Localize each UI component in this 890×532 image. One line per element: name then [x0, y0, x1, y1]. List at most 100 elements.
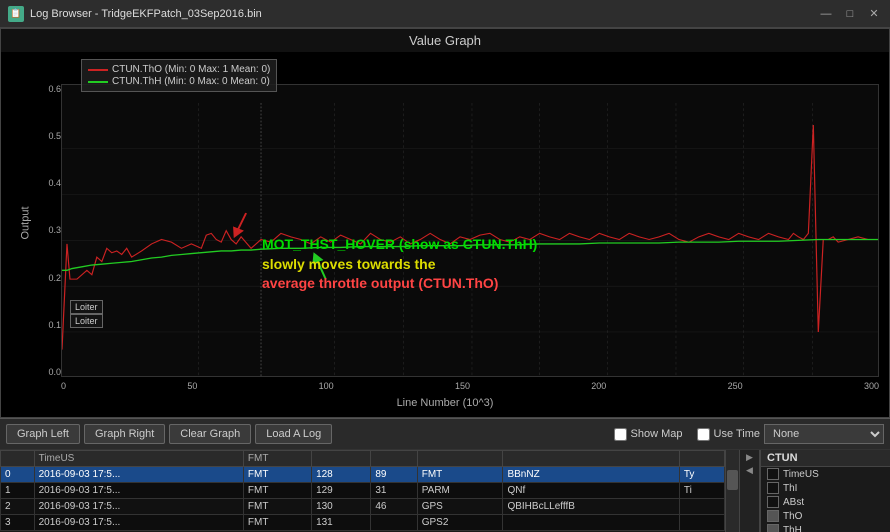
col-header-c4 — [503, 451, 679, 467]
table-cell: BBnNZ — [503, 467, 679, 483]
x-tick: 150 — [455, 381, 470, 391]
y-tick: 0.5 — [48, 131, 61, 141]
table-cell: QBIHBcLLefffB — [503, 499, 679, 515]
tree-item-label: TimeUS — [783, 469, 819, 480]
table-cell: FMT — [243, 515, 311, 531]
table-cell — [679, 515, 724, 531]
loiter-label-1: Loiter — [70, 300, 103, 314]
table-cell: 129 — [312, 483, 371, 499]
side-icon-2[interactable]: ◀ — [746, 465, 753, 476]
right-panel-header: CTUN — [761, 450, 890, 467]
table-cell: 2016-09-03 17:5... — [34, 467, 243, 483]
use-time-checkbox[interactable] — [697, 428, 710, 441]
legend-line-thh — [88, 81, 108, 83]
table-row[interactable]: 12016-09-03 17:5...FMT12931PARMQNfTi — [1, 483, 725, 499]
col-header-c1 — [312, 451, 371, 467]
x-tick: 250 — [728, 381, 743, 391]
table-cell: GPS2 — [417, 515, 503, 531]
table-cell: 89 — [371, 467, 417, 483]
graph-right-button[interactable]: Graph Right — [84, 424, 165, 444]
close-button[interactable]: ✕ — [866, 6, 882, 22]
use-time-group: Use Time — [697, 428, 760, 441]
col-header-type: FMT — [243, 451, 311, 467]
x-tick: 300 — [864, 381, 879, 391]
legend-label-tho: CTUN.ThO (Min: 0 Max: 1 Mean: 0) — [112, 64, 270, 75]
tree-item-label: ThO — [783, 511, 802, 522]
data-table-wrap: TimeUS FMT 02016-09-03 17:5...FMT12889FM… — [0, 450, 726, 532]
table-cell: QNf — [503, 483, 679, 499]
table-cell — [503, 515, 679, 531]
table-header: TimeUS FMT — [1, 451, 725, 467]
col-header-num — [1, 451, 35, 467]
tree-item-label: ABst — [783, 497, 804, 508]
table-scrollbar[interactable] — [726, 450, 740, 532]
table-cell: 2 — [1, 499, 35, 515]
col-header-time: TimeUS — [34, 451, 243, 467]
col-header-c5 — [679, 451, 724, 467]
tree-checkbox[interactable] — [767, 482, 779, 494]
maximize-button[interactable]: □ — [842, 6, 858, 22]
tree-item[interactable]: ThH — [761, 523, 890, 532]
x-tick: 0 — [61, 381, 66, 391]
app-icon: 📋 — [8, 6, 24, 22]
loiter-label-2: Loiter — [70, 314, 103, 328]
window-title: Log Browser - TridgeEKFPatch_03Sep2016.b… — [30, 8, 818, 20]
x-axis-ticks: 050100150200250300 — [61, 377, 879, 395]
use-time-label[interactable]: Use Time — [714, 428, 760, 440]
table-cell — [679, 499, 724, 515]
table-cell: 130 — [312, 499, 371, 515]
tree-item[interactable]: TimeUS — [761, 467, 890, 481]
table-row[interactable]: 22016-09-03 17:5...FMT13046GPSQBIHBcLLef… — [1, 499, 725, 515]
right-panel: CTUN TimeUSThIABstThOThHDAlt — [760, 450, 890, 532]
tree-item-label: ThH — [783, 525, 802, 532]
x-tick: 200 — [591, 381, 606, 391]
table-cell: FMT — [243, 483, 311, 499]
tree-checkbox[interactable] — [767, 524, 779, 532]
table-cell: FMT — [243, 467, 311, 483]
col-header-c2 — [371, 451, 417, 467]
tree-checkbox[interactable] — [767, 468, 779, 480]
legend-item-thh: CTUN.ThH (Min: 0 Max: 0 Mean: 0) — [88, 76, 270, 87]
toolbar: Graph Left Graph Right Clear Graph Load … — [0, 418, 890, 450]
data-section: TimeUS FMT 02016-09-03 17:5...FMT12889FM… — [0, 450, 890, 532]
scrollbar-thumb[interactable] — [727, 470, 738, 490]
legend-line-tho — [88, 69, 108, 71]
graph-left-button[interactable]: Graph Left — [6, 424, 80, 444]
tree-checkbox[interactable] — [767, 510, 779, 522]
title-bar: 📋 Log Browser - TridgeEKFPatch_03Sep2016… — [0, 0, 890, 28]
x-tick: 50 — [187, 381, 197, 391]
table-cell: 128 — [312, 467, 371, 483]
table-row[interactable]: 02016-09-03 17:5...FMT12889FMTBBnNZTy — [1, 467, 725, 483]
tree-checkbox[interactable] — [767, 496, 779, 508]
window-controls: — □ ✕ — [818, 6, 882, 22]
clear-graph-button[interactable]: Clear Graph — [169, 424, 251, 444]
side-icon-1[interactable]: ▶ — [746, 452, 753, 463]
graph-svg — [62, 103, 878, 376]
none-dropdown[interactable]: None GPS IMU — [764, 424, 884, 444]
table-row[interactable]: 32016-09-03 17:5...FMT131GPS2 — [1, 515, 725, 531]
graph-legend: CTUN.ThO (Min: 0 Max: 1 Mean: 0) CTUN.Th… — [81, 59, 277, 92]
side-icons: ▶ ◀ — [740, 450, 760, 532]
load-a-log-button[interactable]: Load A Log — [255, 424, 332, 444]
table-cell: FMT — [243, 499, 311, 515]
graph-area[interactable]: Loiter Loiter MOT_THST_HOVER (show as CT… — [61, 84, 879, 377]
y-axis-ticks: 0.60.50.40.30.20.10.0 — [41, 84, 61, 377]
table-cell: 2016-09-03 17:5... — [34, 483, 243, 499]
table-cell: FMT — [417, 467, 503, 483]
tree-item-label: ThI — [783, 483, 797, 494]
graph-title: Value Graph — [1, 29, 889, 52]
tree-item[interactable]: ThO — [761, 509, 890, 523]
table-cell: PARM — [417, 483, 503, 499]
show-map-label[interactable]: Show Map — [631, 428, 683, 440]
table-cell: 1 — [1, 483, 35, 499]
tree-item[interactable]: ThI — [761, 481, 890, 495]
tree-item[interactable]: ABst — [761, 495, 890, 509]
show-map-checkbox[interactable] — [614, 428, 627, 441]
y-axis-label: Output — [20, 206, 32, 239]
minimize-button[interactable]: — — [818, 6, 834, 22]
table-cell: 2016-09-03 17:5... — [34, 499, 243, 515]
graph-container: Value Graph CTUN.ThO (Min: 0 Max: 1 Mean… — [0, 28, 890, 418]
tree-items: TimeUSThIABstThOThHDAlt — [761, 467, 890, 532]
table-cell: 3 — [1, 515, 35, 531]
x-axis-label: Line Number (10^3) — [397, 397, 494, 409]
